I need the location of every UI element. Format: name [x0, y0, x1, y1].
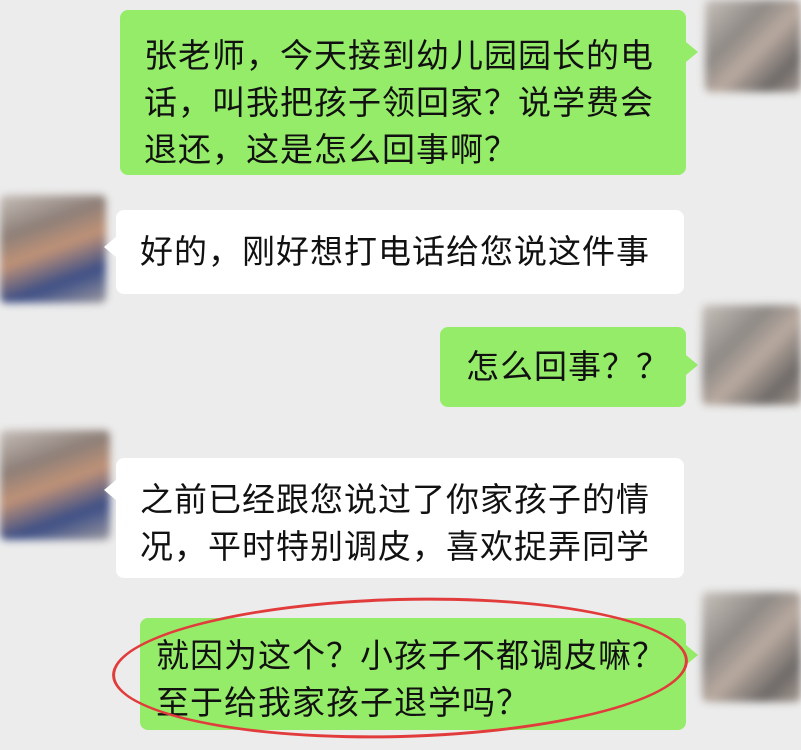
bubble-tail	[104, 480, 116, 500]
message-line: 退还，这是怎么回事啊？	[144, 130, 518, 169]
bubble-tail	[104, 237, 116, 257]
message-line: 至于给我家孩子退学吗？	[156, 683, 530, 722]
bubble-tail	[686, 645, 698, 665]
message-line: 好的，刚好想打电话给您说这件事	[140, 232, 650, 271]
my-avatar[interactable]	[702, 305, 801, 405]
message-line: 况，平时特别调皮，喜欢捉弄同学	[140, 527, 650, 566]
my-message-bubble[interactable]: 张老师，今天接到幼儿园园长的电 话，叫我把孩子领回家？说学费会 退还，这是怎么回…	[120, 10, 686, 175]
contact-avatar[interactable]	[0, 195, 106, 303]
message-line: 张老师，今天接到幼儿园园长的电	[144, 36, 654, 75]
my-avatar[interactable]	[705, 0, 801, 92]
message-line: 就因为这个？小孩子不都调皮嘛？	[156, 636, 666, 675]
message-line: 怎么回事？？	[466, 347, 670, 386]
contact-message-bubble[interactable]: 好的，刚好想打电话给您说这件事	[116, 210, 684, 294]
my-message-bubble[interactable]: 怎么回事？？	[440, 327, 686, 407]
message-line: 话，叫我把孩子领回家？说学费会	[144, 83, 654, 122]
bubble-tail	[686, 355, 698, 375]
chat-window: 张老师，今天接到幼儿园园长的电 话，叫我把孩子领回家？说学费会 退还，这是怎么回…	[0, 0, 801, 750]
contact-message-bubble[interactable]: 之前已经跟您说过了你家孩子的情 况，平时特别调皮，喜欢捉弄同学	[116, 458, 684, 578]
contact-avatar[interactable]	[0, 430, 110, 540]
bubble-tail	[686, 42, 698, 62]
my-message-bubble[interactable]: 就因为这个？小孩子不都调皮嘛？ 至于给我家孩子退学吗？	[140, 618, 686, 730]
my-avatar[interactable]	[702, 592, 801, 702]
message-line: 之前已经跟您说过了你家孩子的情	[140, 480, 650, 519]
